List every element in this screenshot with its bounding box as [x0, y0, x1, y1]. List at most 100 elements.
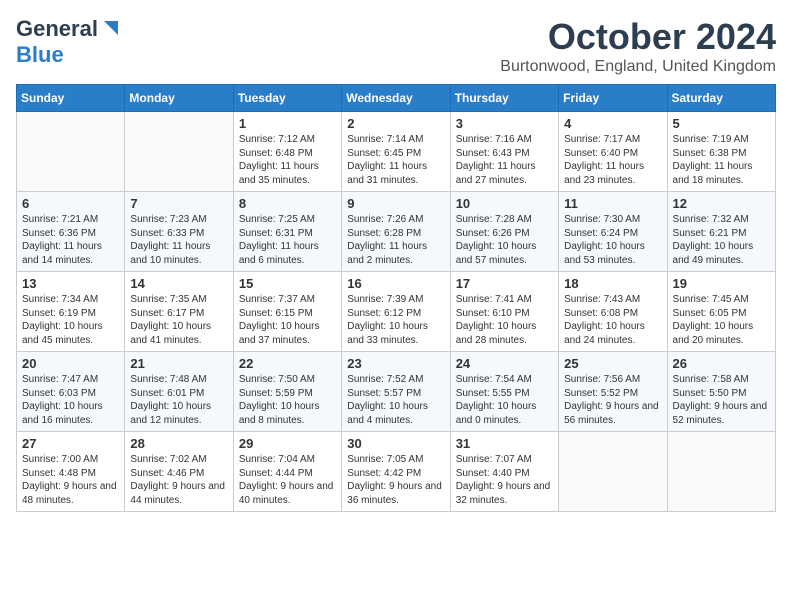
calendar-cell: 1 Sunrise: 7:12 AM Sunset: 6:48 PM Dayli…	[233, 112, 341, 192]
cell-info: Sunrise: 7:07 AM Sunset: 4:40 PM Dayligh…	[456, 453, 553, 507]
day-number: 23	[347, 356, 444, 371]
calendar-cell: 7 Sunrise: 7:23 AM Sunset: 6:33 PM Dayli…	[125, 192, 233, 272]
cell-info: Sunrise: 7:48 AM Sunset: 6:01 PM Dayligh…	[130, 373, 227, 427]
calendar-cell: 29 Sunrise: 7:04 AM Sunset: 4:44 PM Dayl…	[233, 432, 341, 512]
month-title: October 2024	[500, 16, 776, 58]
col-header-tuesday: Tuesday	[233, 85, 341, 112]
calendar-cell: 10 Sunrise: 7:28 AM Sunset: 6:26 PM Dayl…	[450, 192, 558, 272]
day-number: 25	[564, 356, 661, 371]
day-number: 3	[456, 116, 553, 131]
cell-info: Sunrise: 7:26 AM Sunset: 6:28 PM Dayligh…	[347, 213, 444, 267]
day-number: 13	[22, 276, 119, 291]
day-number: 27	[22, 436, 119, 451]
calendar-cell: 19 Sunrise: 7:45 AM Sunset: 6:05 PM Dayl…	[667, 272, 775, 352]
calendar-week-1: 1 Sunrise: 7:12 AM Sunset: 6:48 PM Dayli…	[17, 112, 776, 192]
logo-general: General	[16, 16, 98, 42]
cell-info: Sunrise: 7:00 AM Sunset: 4:48 PM Dayligh…	[22, 453, 119, 507]
col-header-sunday: Sunday	[17, 85, 125, 112]
calendar-week-5: 27 Sunrise: 7:00 AM Sunset: 4:48 PM Dayl…	[17, 432, 776, 512]
calendar-cell: 25 Sunrise: 7:56 AM Sunset: 5:52 PM Dayl…	[559, 352, 667, 432]
calendar-cell: 4 Sunrise: 7:17 AM Sunset: 6:40 PM Dayli…	[559, 112, 667, 192]
col-header-saturday: Saturday	[667, 85, 775, 112]
calendar-cell: 16 Sunrise: 7:39 AM Sunset: 6:12 PM Dayl…	[342, 272, 450, 352]
header-row: SundayMondayTuesdayWednesdayThursdayFrid…	[17, 85, 776, 112]
cell-info: Sunrise: 7:54 AM Sunset: 5:55 PM Dayligh…	[456, 373, 553, 427]
calendar-cell	[667, 432, 775, 512]
cell-info: Sunrise: 7:19 AM Sunset: 6:38 PM Dayligh…	[673, 133, 770, 187]
cell-info: Sunrise: 7:25 AM Sunset: 6:31 PM Dayligh…	[239, 213, 336, 267]
day-number: 20	[22, 356, 119, 371]
title-block: October 2024 Burtonwood, England, United…	[500, 16, 776, 76]
calendar-cell: 28 Sunrise: 7:02 AM Sunset: 4:46 PM Dayl…	[125, 432, 233, 512]
location: Burtonwood, England, United Kingdom	[500, 58, 776, 76]
page-header: General Blue October 2024 Burtonwood, En…	[16, 16, 776, 76]
day-number: 12	[673, 196, 770, 211]
day-number: 6	[22, 196, 119, 211]
day-number: 11	[564, 196, 661, 211]
col-header-thursday: Thursday	[450, 85, 558, 112]
calendar-cell: 30 Sunrise: 7:05 AM Sunset: 4:42 PM Dayl…	[342, 432, 450, 512]
cell-info: Sunrise: 7:23 AM Sunset: 6:33 PM Dayligh…	[130, 213, 227, 267]
cell-info: Sunrise: 7:43 AM Sunset: 6:08 PM Dayligh…	[564, 293, 661, 347]
calendar-table: SundayMondayTuesdayWednesdayThursdayFrid…	[16, 84, 776, 512]
calendar-cell: 31 Sunrise: 7:07 AM Sunset: 4:40 PM Dayl…	[450, 432, 558, 512]
cell-info: Sunrise: 7:05 AM Sunset: 4:42 PM Dayligh…	[347, 453, 444, 507]
calendar-cell: 14 Sunrise: 7:35 AM Sunset: 6:17 PM Dayl…	[125, 272, 233, 352]
calendar-cell	[17, 112, 125, 192]
calendar-week-3: 13 Sunrise: 7:34 AM Sunset: 6:19 PM Dayl…	[17, 272, 776, 352]
cell-info: Sunrise: 7:34 AM Sunset: 6:19 PM Dayligh…	[22, 293, 119, 347]
calendar-cell: 3 Sunrise: 7:16 AM Sunset: 6:43 PM Dayli…	[450, 112, 558, 192]
cell-info: Sunrise: 7:04 AM Sunset: 4:44 PM Dayligh…	[239, 453, 336, 507]
calendar-cell: 12 Sunrise: 7:32 AM Sunset: 6:21 PM Dayl…	[667, 192, 775, 272]
cell-info: Sunrise: 7:32 AM Sunset: 6:21 PM Dayligh…	[673, 213, 770, 267]
calendar-cell: 9 Sunrise: 7:26 AM Sunset: 6:28 PM Dayli…	[342, 192, 450, 272]
day-number: 19	[673, 276, 770, 291]
calendar-cell: 18 Sunrise: 7:43 AM Sunset: 6:08 PM Dayl…	[559, 272, 667, 352]
calendar-cell: 8 Sunrise: 7:25 AM Sunset: 6:31 PM Dayli…	[233, 192, 341, 272]
col-header-wednesday: Wednesday	[342, 85, 450, 112]
calendar-cell: 11 Sunrise: 7:30 AM Sunset: 6:24 PM Dayl…	[559, 192, 667, 272]
day-number: 1	[239, 116, 336, 131]
day-number: 26	[673, 356, 770, 371]
calendar-cell: 5 Sunrise: 7:19 AM Sunset: 6:38 PM Dayli…	[667, 112, 775, 192]
calendar-cell: 24 Sunrise: 7:54 AM Sunset: 5:55 PM Dayl…	[450, 352, 558, 432]
day-number: 30	[347, 436, 444, 451]
calendar-week-2: 6 Sunrise: 7:21 AM Sunset: 6:36 PM Dayli…	[17, 192, 776, 272]
calendar-cell: 22 Sunrise: 7:50 AM Sunset: 5:59 PM Dayl…	[233, 352, 341, 432]
col-header-monday: Monday	[125, 85, 233, 112]
cell-info: Sunrise: 7:14 AM Sunset: 6:45 PM Dayligh…	[347, 133, 444, 187]
calendar-cell: 15 Sunrise: 7:37 AM Sunset: 6:15 PM Dayl…	[233, 272, 341, 352]
calendar-cell: 2 Sunrise: 7:14 AM Sunset: 6:45 PM Dayli…	[342, 112, 450, 192]
calendar-cell: 13 Sunrise: 7:34 AM Sunset: 6:19 PM Dayl…	[17, 272, 125, 352]
logo-arrow-icon	[100, 17, 122, 39]
calendar-cell: 27 Sunrise: 7:00 AM Sunset: 4:48 PM Dayl…	[17, 432, 125, 512]
calendar-cell: 21 Sunrise: 7:48 AM Sunset: 6:01 PM Dayl…	[125, 352, 233, 432]
cell-info: Sunrise: 7:56 AM Sunset: 5:52 PM Dayligh…	[564, 373, 661, 427]
cell-info: Sunrise: 7:47 AM Sunset: 6:03 PM Dayligh…	[22, 373, 119, 427]
logo: General Blue	[16, 16, 122, 68]
cell-info: Sunrise: 7:58 AM Sunset: 5:50 PM Dayligh…	[673, 373, 770, 427]
calendar-cell	[559, 432, 667, 512]
calendar-week-4: 20 Sunrise: 7:47 AM Sunset: 6:03 PM Dayl…	[17, 352, 776, 432]
day-number: 2	[347, 116, 444, 131]
day-number: 7	[130, 196, 227, 211]
day-number: 22	[239, 356, 336, 371]
cell-info: Sunrise: 7:30 AM Sunset: 6:24 PM Dayligh…	[564, 213, 661, 267]
day-number: 16	[347, 276, 444, 291]
day-number: 21	[130, 356, 227, 371]
cell-info: Sunrise: 7:37 AM Sunset: 6:15 PM Dayligh…	[239, 293, 336, 347]
cell-info: Sunrise: 7:39 AM Sunset: 6:12 PM Dayligh…	[347, 293, 444, 347]
cell-info: Sunrise: 7:16 AM Sunset: 6:43 PM Dayligh…	[456, 133, 553, 187]
calendar-cell: 20 Sunrise: 7:47 AM Sunset: 6:03 PM Dayl…	[17, 352, 125, 432]
day-number: 10	[456, 196, 553, 211]
day-number: 28	[130, 436, 227, 451]
calendar-cell: 6 Sunrise: 7:21 AM Sunset: 6:36 PM Dayli…	[17, 192, 125, 272]
cell-info: Sunrise: 7:52 AM Sunset: 5:57 PM Dayligh…	[347, 373, 444, 427]
calendar-cell: 26 Sunrise: 7:58 AM Sunset: 5:50 PM Dayl…	[667, 352, 775, 432]
cell-info: Sunrise: 7:12 AM Sunset: 6:48 PM Dayligh…	[239, 133, 336, 187]
day-number: 8	[239, 196, 336, 211]
calendar-cell: 23 Sunrise: 7:52 AM Sunset: 5:57 PM Dayl…	[342, 352, 450, 432]
cell-info: Sunrise: 7:45 AM Sunset: 6:05 PM Dayligh…	[673, 293, 770, 347]
cell-info: Sunrise: 7:41 AM Sunset: 6:10 PM Dayligh…	[456, 293, 553, 347]
calendar-cell	[125, 112, 233, 192]
